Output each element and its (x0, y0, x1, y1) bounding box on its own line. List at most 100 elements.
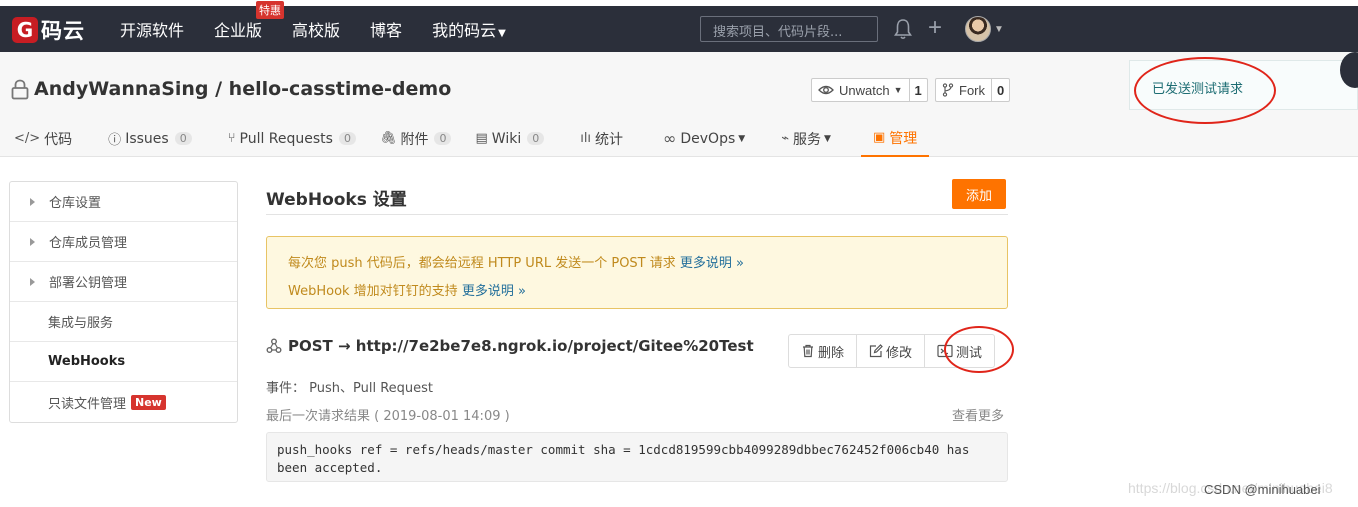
tab-manage[interactable]: ▣ 管理 (860, 120, 930, 157)
request-result-output: push_hooks ref = refs/heads/master commi… (266, 432, 1008, 482)
unwatch-label: Unwatch (839, 82, 890, 98)
top-navbar: G 码云 开源软件 企业版 特惠 高校版 博客 我的码云 ▼ 搜索项目、代码片段..… (0, 1, 1358, 52)
sidebar-item-label: 只读文件管理 (48, 396, 127, 412)
watch-count[interactable]: 1 (910, 79, 927, 101)
tab-devops[interactable]: ∞ DevOps ▼ (635, 120, 757, 157)
view-more-link[interactable]: 查看更多 (952, 405, 1004, 424)
sidebar-item-deploy-keys[interactable]: 部署公钥管理 (10, 262, 237, 302)
sidebar-item-integrations[interactable]: 集成与服务 (10, 302, 237, 342)
chevron-down-icon: ▼ (824, 133, 831, 144)
sidebar-item-label: 仓库设置 (49, 196, 102, 211)
last-request-result: 最后一次请求结果 ( 2019-08-01 14:09 ) (266, 409, 510, 424)
unwatch-button[interactable]: Unwatch ▼ (812, 79, 910, 101)
avatar (965, 16, 991, 42)
more-info-link[interactable]: 更多说明 » (680, 256, 744, 271)
sidebar-item-members[interactable]: 仓库成员管理 (10, 222, 237, 262)
tab-stats[interactable]: ılı 统计 (556, 120, 635, 157)
tab-label: Issues (125, 130, 169, 147)
lock-icon (11, 79, 29, 99)
chevron-down-icon: ▼ (893, 85, 903, 95)
webhook-entry: POST → http://7e2be7e8.ngrok.io/project/… (266, 337, 754, 355)
book-icon: ▤ (475, 131, 488, 146)
webhook-icon (266, 338, 282, 353)
infinity-icon: ∞ (663, 129, 677, 148)
chevron-down-icon: ▼ (738, 133, 746, 144)
tip-line-1-text: 每次您 push 代码后，都会给远程 HTTP URL 发送一个 POST 请求 (288, 256, 676, 271)
tab-count: 0 (174, 132, 192, 145)
sidebar-item-label: WebHooks (48, 354, 126, 369)
issue-icon: ⓘ (108, 133, 122, 148)
page-title: WebHooks 设置 (266, 190, 407, 210)
tab-label: 统计 (595, 131, 624, 148)
sidebar-item-label: 集成与服务 (48, 316, 114, 331)
edit-label: 修改 (886, 345, 913, 361)
nav-link-enterprise[interactable]: 企业版 特惠 (214, 1, 285, 41)
fork-button[interactable]: Fork (936, 79, 992, 101)
logo-text: 码云 (41, 19, 85, 43)
nav-link-my-gitee[interactable]: 我的码云 ▼ (432, 17, 506, 41)
more-info-link[interactable]: 更多说明 » (462, 284, 526, 299)
eye-icon (818, 85, 834, 95)
fork-label: Fork (959, 82, 985, 98)
bell-icon[interactable] (893, 18, 913, 40)
edit-button[interactable]: 修改 (857, 335, 926, 367)
caret-right-icon (30, 197, 35, 206)
chevron-down-icon: ▼ (994, 23, 1004, 35)
repo-name[interactable]: AndyWannaSing / hello-casstime-demo (34, 78, 451, 100)
code-icon: </> (14, 131, 41, 146)
tip-line-2: WebHook 增加对钉钉的支持 更多说明 » (288, 278, 1007, 306)
fork-count[interactable]: 0 (992, 79, 1009, 101)
tab-label: 附件 (400, 131, 429, 148)
repo-title: AndyWannaSing / hello-casstime-demo (11, 78, 451, 100)
paperclip-icon: 🖇 (379, 131, 397, 146)
nav-link-enterprise-label: 企业版 (214, 21, 263, 40)
pull-request-icon: ⑂ (227, 131, 236, 146)
plus-icon[interactable]: + (928, 16, 942, 40)
tab-services[interactable]: ⌁ 服务 ▼ (757, 120, 843, 157)
highlight-ring-test (944, 326, 1014, 373)
logo-mark: G (12, 17, 38, 43)
tab-label: Pull Requests (239, 130, 333, 147)
chevron-down-icon: ▼ (498, 28, 506, 39)
watermark-label: CSDN @minihuabei (1204, 482, 1321, 497)
tab-label: 代码 (44, 131, 73, 148)
caret-right-icon (30, 237, 35, 246)
sidebar-item-webhooks[interactable]: WebHooks (10, 342, 237, 382)
tab-label: 管理 (889, 130, 918, 147)
webhook-url: POST → http://7e2be7e8.ngrok.io/project/… (288, 337, 754, 355)
bar-chart-icon: ılı (580, 131, 592, 146)
sidebar-item-label: 部署公钥管理 (49, 276, 128, 291)
tab-count: 0 (527, 132, 545, 145)
tab-label: 服务 (793, 131, 822, 148)
tab-count: 0 (434, 132, 452, 145)
tab-label: DevOps (680, 130, 736, 147)
delete-label: 删除 (818, 345, 845, 361)
sidebar-item-label: 仓库成员管理 (49, 236, 128, 251)
nav-link-opensource[interactable]: 开源软件 (120, 17, 184, 41)
document-icon: ▣ (872, 130, 886, 145)
nav-links: 开源软件 企业版 特惠 高校版 博客 我的码云 ▼ (105, 1, 521, 52)
sidebar-item-repo-settings[interactable]: 仓库设置 (10, 182, 237, 222)
tab-count: 0 (338, 132, 356, 145)
highlight-ring-notice (1134, 57, 1276, 124)
delete-button[interactable]: 删除 (789, 335, 858, 367)
watch-button-group: Unwatch ▼ 1 (811, 78, 928, 102)
caret-right-icon (30, 277, 35, 286)
pulse-icon: ⌁ (781, 131, 790, 146)
trash-icon (803, 344, 813, 358)
fork-button-group: Fork 0 (935, 78, 1011, 102)
nav-link-blog[interactable]: 博客 (370, 17, 402, 41)
nav-link-university[interactable]: 高校版 (292, 17, 340, 41)
tab-issues[interactable]: ⓘ Issues 0 (84, 120, 204, 157)
gitee-logo[interactable]: G 码云 (12, 15, 85, 45)
sidebar-item-readonly-files[interactable]: 只读文件管理 New (10, 382, 237, 422)
nav-link-my-gitee-label: 我的码云 (432, 21, 497, 40)
add-webhook-button[interactable]: 添加 (952, 179, 1006, 209)
tip-line-1: 每次您 push 代码后，都会给远程 HTTP URL 发送一个 POST 请求… (288, 250, 1007, 278)
user-menu[interactable]: ▼ (965, 16, 1004, 42)
tab-pull-requests[interactable]: ⑂ Pull Requests 0 (204, 120, 368, 157)
tab-attachments[interactable]: 🖇 附件 0 (368, 120, 464, 157)
tab-wiki[interactable]: ▤ Wiki 0 (463, 120, 556, 157)
search-input[interactable]: 搜索项目、代码片段... (700, 16, 878, 42)
tab-code[interactable]: </> 代码 (0, 120, 84, 157)
